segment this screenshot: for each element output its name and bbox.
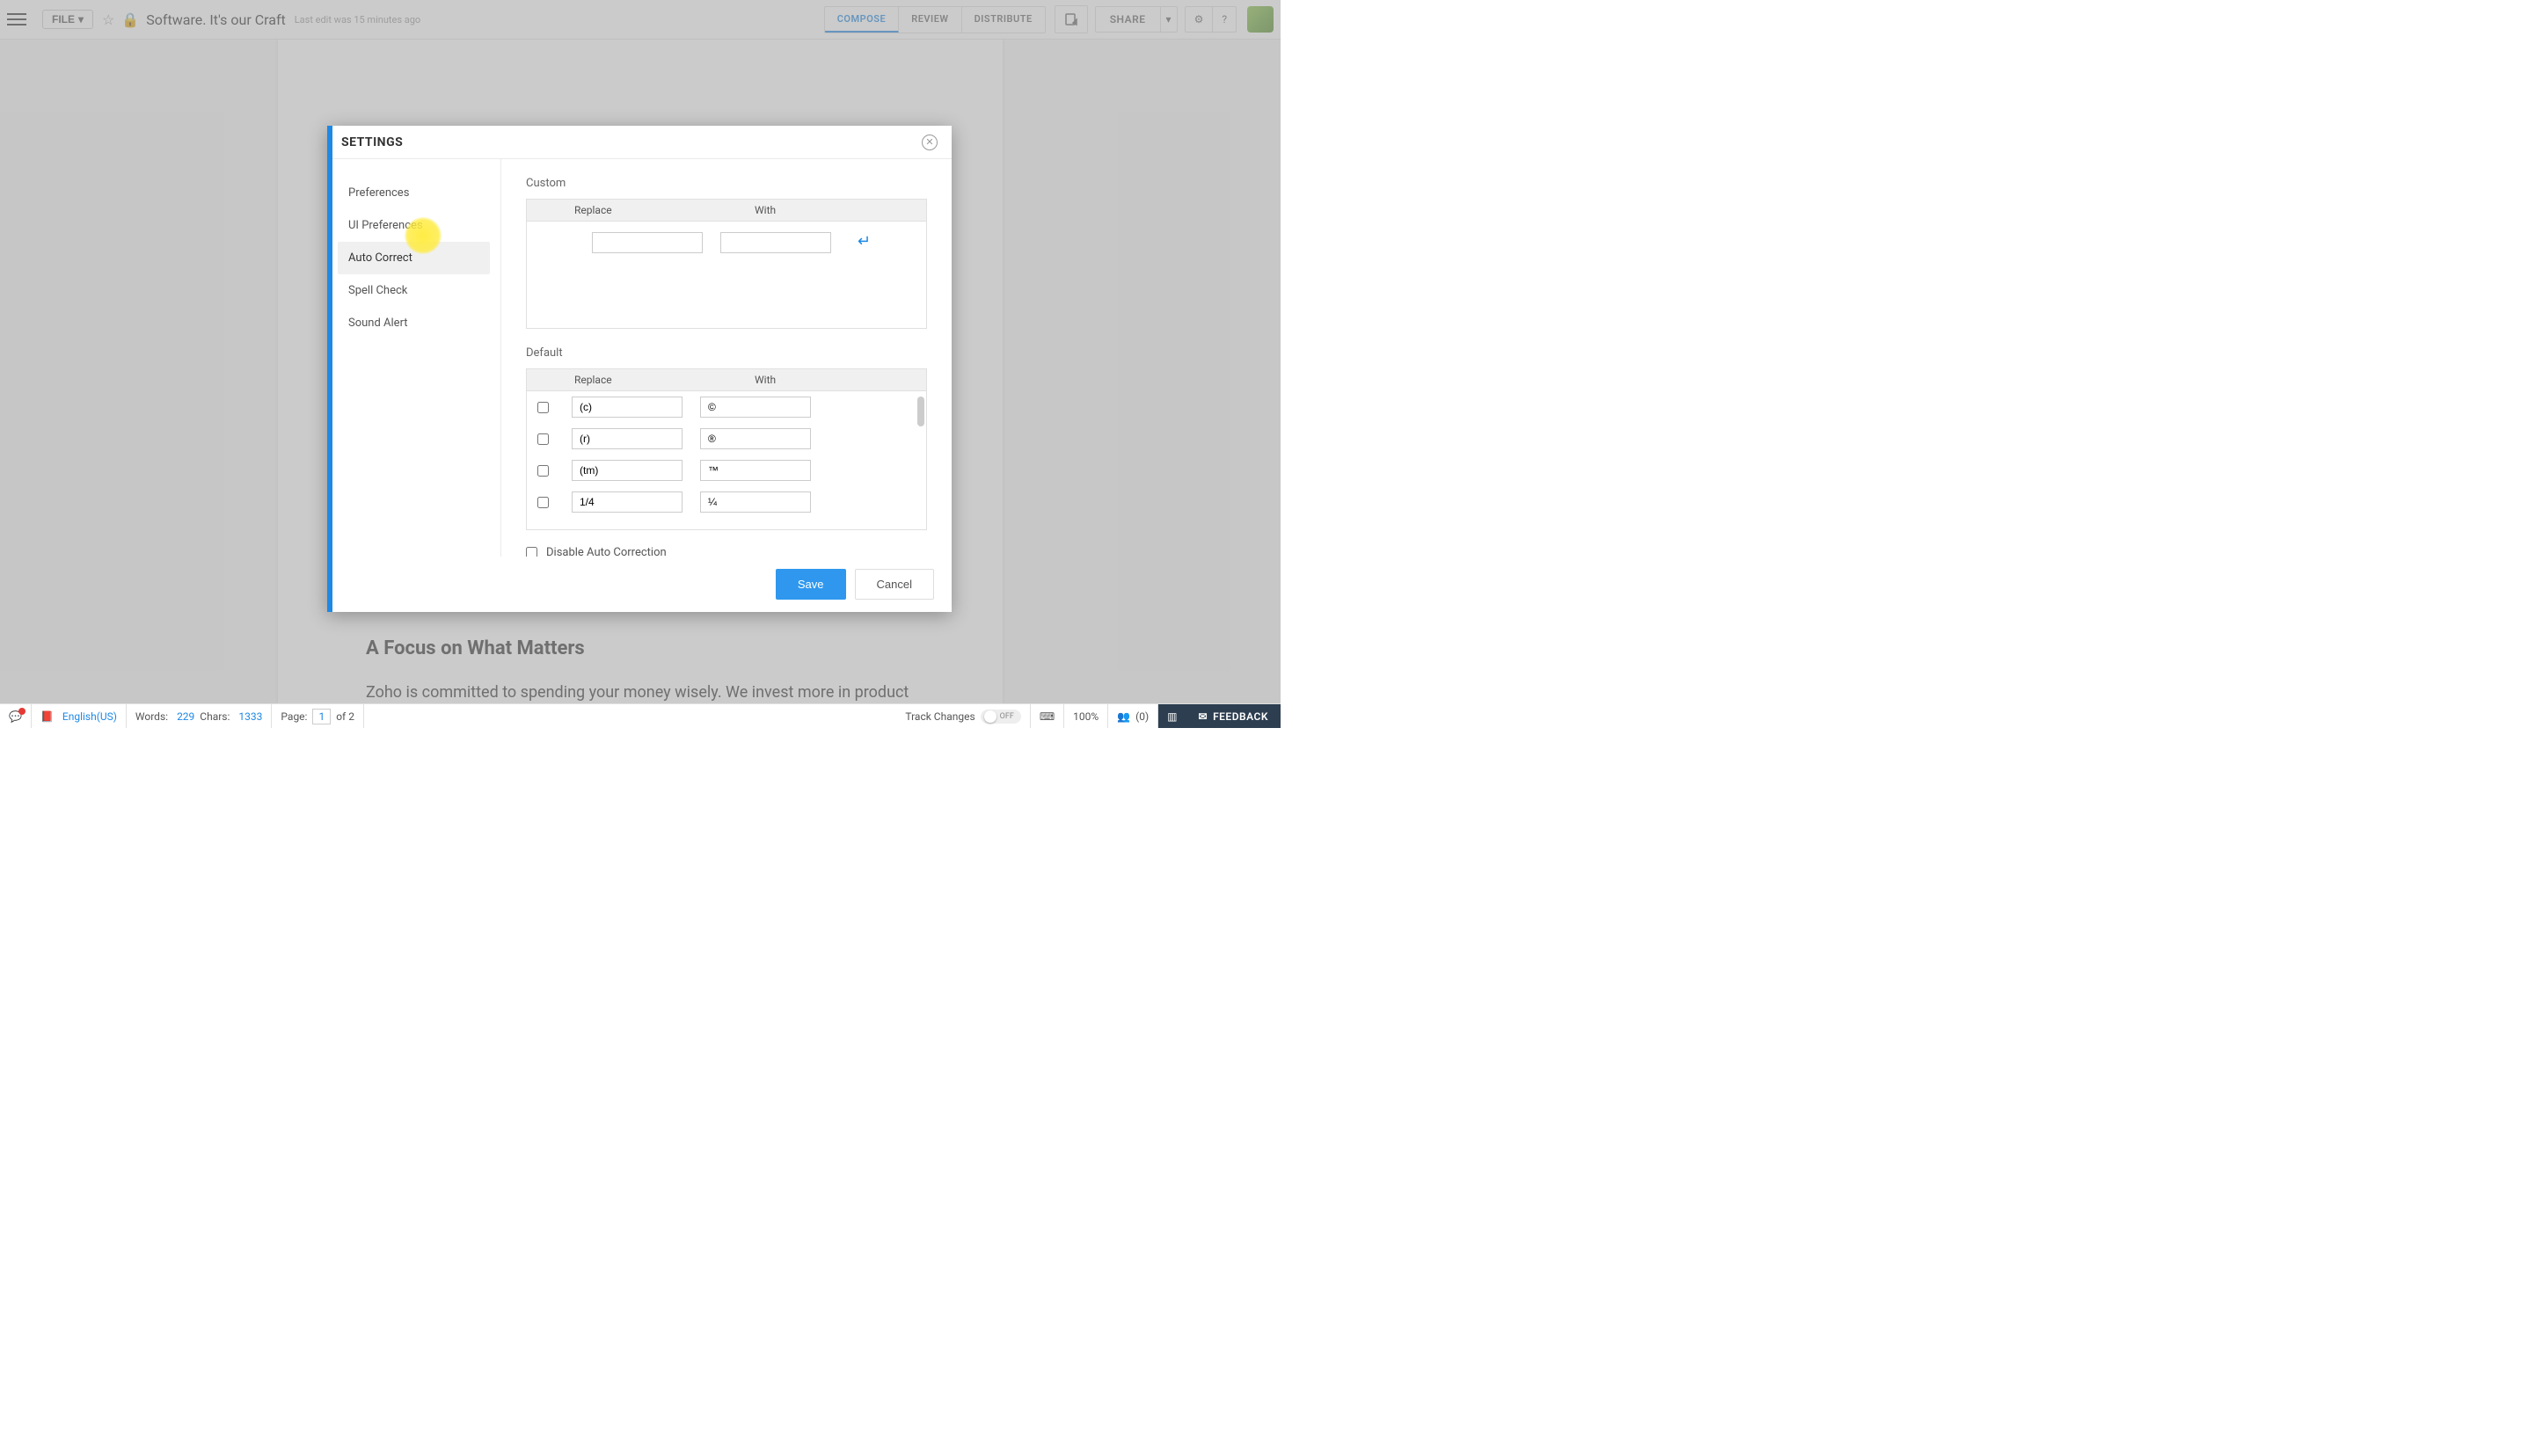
language-selector[interactable]: 📕 English(US)	[32, 704, 127, 728]
track-changes-toggle[interactable]: Track Changes OFF	[896, 704, 1030, 728]
modal-title: SETTINGS	[341, 135, 403, 149]
disable-label: Disable Auto Correction	[546, 546, 667, 557]
feedback-button[interactable]: ✉ FEEDBACK	[1186, 704, 1281, 728]
words-label: Words:	[135, 710, 168, 723]
track-label: Track Changes	[905, 710, 975, 723]
col-with-2: With	[746, 369, 926, 390]
modal-footer: Save Cancel	[327, 557, 952, 612]
mail-icon: ✉	[1199, 710, 1208, 723]
page-total: of 2	[336, 710, 354, 723]
default-table-header: Replace With	[526, 368, 927, 391]
default-section-label: Default	[526, 346, 927, 360]
default-checkbox-2[interactable]	[537, 465, 549, 477]
default-with-0[interactable]	[700, 397, 811, 418]
cancel-button[interactable]: Cancel	[855, 569, 934, 600]
chat-button[interactable]: 💬	[0, 704, 32, 728]
page-label: Page:	[281, 710, 307, 723]
reader-icon: ▥	[1167, 710, 1177, 723]
nav-ui-preferences[interactable]: UI Preferences	[338, 209, 490, 242]
default-checkbox-0[interactable]	[537, 402, 549, 413]
feedback-label: FEEDBACK	[1213, 710, 1268, 723]
nav-sound-alert[interactable]: Sound Alert	[338, 307, 490, 339]
zoom-control[interactable]: 100%	[1064, 704, 1108, 728]
disable-row: Disable Auto Correction	[526, 546, 927, 557]
book-icon: 📕	[40, 710, 54, 723]
toggle-switch[interactable]: OFF	[981, 710, 1021, 724]
default-with-3[interactable]	[700, 491, 811, 513]
zoom-value: 100%	[1073, 710, 1099, 723]
custom-table-header: Replace With	[526, 199, 927, 222]
nav-preferences[interactable]: Preferences	[338, 177, 490, 209]
people-icon: 👥	[1117, 710, 1130, 723]
custom-with-input[interactable]	[720, 232, 831, 253]
nav-spell-check[interactable]: Spell Check	[338, 274, 490, 307]
chars-value: 1333	[235, 710, 262, 723]
words-value: 229	[173, 710, 194, 723]
default-checkbox-1[interactable]	[537, 433, 549, 445]
col-with: With	[746, 200, 926, 221]
enter-icon[interactable]: ↵	[858, 232, 871, 251]
default-row	[527, 391, 926, 423]
custom-section-label: Custom	[526, 177, 927, 190]
keyboard-icon: ⌨	[1040, 710, 1055, 723]
default-replace-1[interactable]	[572, 428, 683, 449]
reader-mode-button[interactable]: ▥	[1158, 704, 1186, 728]
notification-badge	[18, 708, 26, 715]
default-with-1[interactable]	[700, 428, 811, 449]
settings-nav: Preferences UI Preferences Auto Correct …	[327, 159, 501, 557]
page-indicator[interactable]: Page: 1 of 2	[272, 704, 364, 728]
default-table-body	[526, 391, 927, 530]
word-count[interactable]: Words: 229 Chars: 1333	[127, 704, 272, 728]
default-with-2[interactable]	[700, 460, 811, 481]
custom-replace-input[interactable]	[592, 232, 703, 253]
default-checkbox-3[interactable]	[537, 497, 549, 508]
modal-header: SETTINGS ✕	[327, 126, 952, 159]
default-replace-0[interactable]	[572, 397, 683, 418]
save-button[interactable]: Save	[776, 569, 846, 600]
default-row	[527, 486, 926, 518]
statusbar: 💬 📕 English(US) Words: 229 Chars: 1333 P…	[0, 703, 1281, 728]
toggle-state: OFF	[996, 712, 1018, 721]
close-button[interactable]: ✕	[922, 135, 938, 150]
keyboard-button[interactable]: ⌨	[1031, 704, 1064, 728]
language-label: English(US)	[59, 710, 117, 723]
disable-auto-correct-checkbox[interactable]	[526, 547, 537, 557]
custom-table-body: ↵	[526, 222, 927, 329]
collaborators-button[interactable]: 👥 (0)	[1108, 704, 1158, 728]
col-replace: Replace	[527, 200, 746, 221]
nav-auto-correct[interactable]: Auto Correct	[338, 242, 490, 274]
default-row	[527, 455, 926, 486]
settings-content: Custom Replace With ↵ Default Replace Wi…	[501, 159, 952, 557]
close-icon: ✕	[925, 136, 933, 148]
collab-count: (0)	[1135, 710, 1149, 723]
settings-modal: SETTINGS ✕ Preferences UI Preferences Au…	[327, 126, 952, 612]
default-replace-3[interactable]	[572, 491, 683, 513]
col-replace-2: Replace	[527, 369, 746, 390]
chars-label: Chars:	[200, 710, 230, 723]
default-replace-2[interactable]	[572, 460, 683, 481]
page-current[interactable]: 1	[312, 709, 331, 724]
default-row	[527, 423, 926, 455]
scrollbar-thumb[interactable]	[917, 397, 924, 426]
